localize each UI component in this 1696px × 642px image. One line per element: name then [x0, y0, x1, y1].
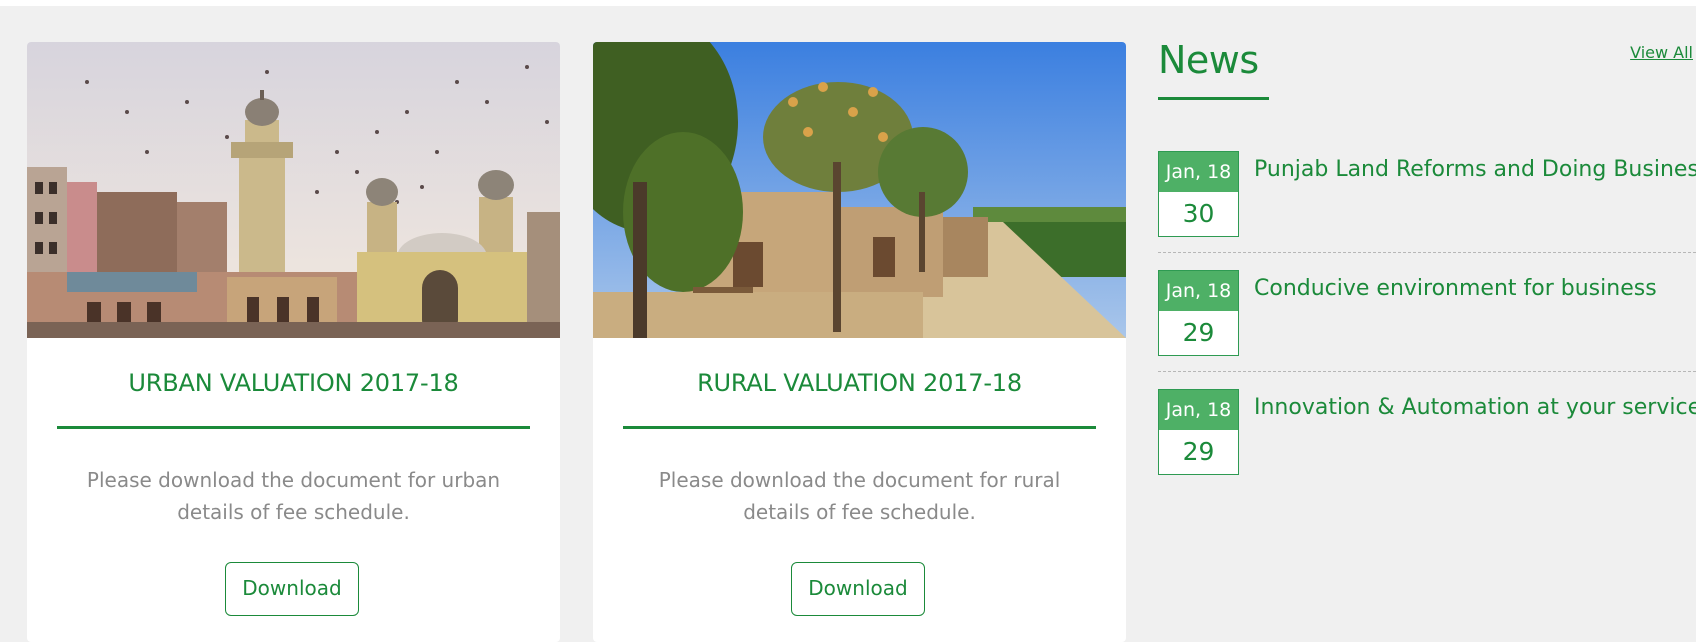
urban-card-divider: [57, 426, 530, 429]
news-item: Jan, 18 30 Punjab Land Reforms and Doing…: [1158, 151, 1696, 269]
news-date-day: 29: [1182, 437, 1215, 466]
news-separator: [1158, 371, 1696, 372]
news-date-day: 29: [1182, 318, 1215, 347]
news-date-badge: Jan, 18 30: [1158, 151, 1239, 237]
rural-card-divider: [623, 426, 1096, 429]
news-separator: [1158, 252, 1696, 253]
urban-download-button[interactable]: Download: [225, 562, 359, 616]
urban-valuation-card: URBAN VALUATION 2017-18 Please download …: [27, 42, 560, 642]
news-headline-link[interactable]: Conducive environment for business: [1254, 276, 1657, 301]
view-all-link[interactable]: View All: [1630, 43, 1693, 62]
rural-card-description: Please download the document for rural d…: [658, 468, 1061, 524]
news-date-month: Jan, 18: [1159, 152, 1238, 192]
news-heading: News: [1158, 38, 1259, 82]
urban-mosque-image: [27, 42, 560, 338]
rural-card-title: RURAL VALUATION 2017-18: [697, 369, 1022, 397]
news-date-month: Jan, 18: [1159, 271, 1238, 311]
news-panel: News View All Jan, 18 30 Punjab Land Ref…: [1158, 0, 1696, 630]
news-date-badge: Jan, 18 29: [1158, 270, 1239, 356]
urban-card-description: Please download the document for urban d…: [86, 468, 501, 524]
news-item: Jan, 18 29 Innovation & Automation at yo…: [1158, 389, 1696, 507]
urban-card-title: URBAN VALUATION 2017-18: [128, 369, 459, 397]
rural-download-button[interactable]: Download: [791, 562, 925, 616]
news-date-month: Jan, 18: [1159, 390, 1238, 430]
news-item: Jan, 18 29 Conducive environment for bus…: [1158, 270, 1696, 388]
news-heading-underline: [1158, 97, 1269, 100]
rural-valuation-card: RURAL VALUATION 2017-18 Please download …: [593, 42, 1126, 642]
rural-village-image: [593, 42, 1126, 338]
news-headline-link[interactable]: Innovation & Automation at your service: [1254, 395, 1696, 420]
news-date-badge: Jan, 18 29: [1158, 389, 1239, 475]
news-date-day: 30: [1182, 199, 1215, 228]
news-headline-link[interactable]: Punjab Land Reforms and Doing Business: [1254, 157, 1696, 182]
